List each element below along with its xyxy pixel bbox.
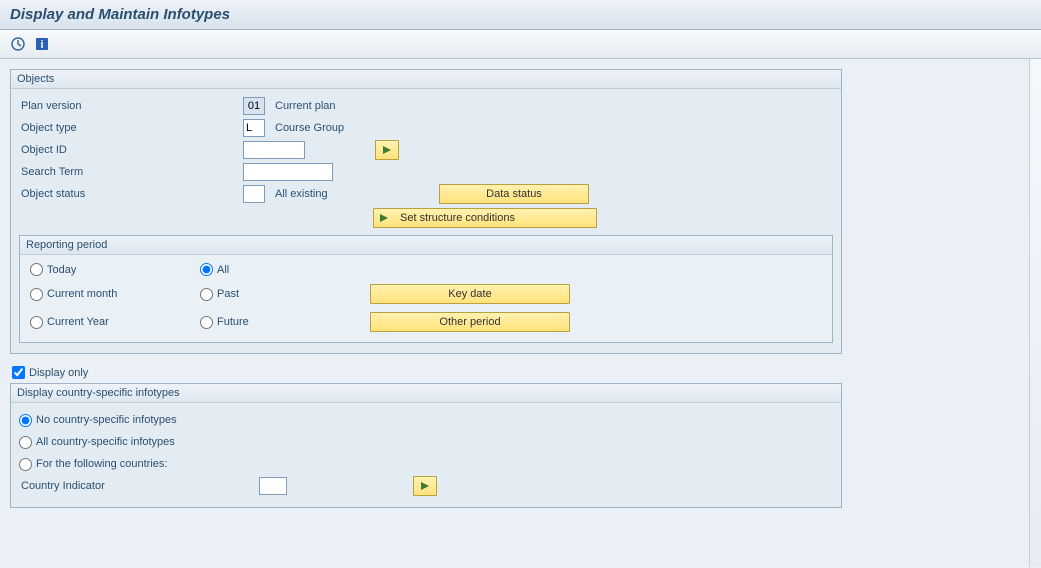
radio-current-month-label: Current month xyxy=(47,288,117,300)
object-type-label: Object type xyxy=(19,122,239,134)
object-id-multiselect-button[interactable] xyxy=(375,140,399,160)
object-id-label: Object ID xyxy=(19,144,239,156)
country-group-title: Display country-specific infotypes xyxy=(11,384,841,403)
country-group: Display country-specific infotypes No co… xyxy=(10,383,842,508)
info-icon[interactable]: i xyxy=(32,34,52,54)
plan-version-input[interactable] xyxy=(243,97,265,115)
radio-today[interactable] xyxy=(30,263,43,276)
radio-country-none[interactable] xyxy=(19,414,32,427)
object-type-input[interactable] xyxy=(243,119,265,137)
objects-group: Objects Plan version Current plan Object… xyxy=(10,69,842,354)
radio-current-year-item[interactable]: Current Year xyxy=(30,316,200,329)
radio-current-year-label: Current Year xyxy=(47,316,109,328)
radio-past[interactable] xyxy=(200,288,213,301)
content-area: © www.tutorialkart.com Objects Plan vers… xyxy=(0,59,1041,567)
radio-all[interactable] xyxy=(200,263,213,276)
objects-group-title: Objects xyxy=(11,70,841,89)
radio-country-none-label: No country-specific infotypes xyxy=(36,414,177,426)
reporting-period-title: Reporting period xyxy=(20,236,832,255)
radio-country-following-label: For the following countries: xyxy=(36,458,167,470)
search-term-label: Search Term xyxy=(19,166,239,178)
radio-current-year[interactable] xyxy=(30,316,43,329)
radio-current-month-item[interactable]: Current month xyxy=(30,288,200,301)
object-id-input[interactable] xyxy=(243,141,305,159)
radio-all-label: All xyxy=(217,264,229,276)
radio-all-item[interactable]: All xyxy=(200,263,370,276)
data-status-button[interactable]: Data status xyxy=(439,184,589,204)
radio-country-none-item[interactable]: No country-specific infotypes xyxy=(19,414,177,427)
set-structure-button[interactable]: Set structure conditions xyxy=(373,208,597,228)
object-status-input[interactable] xyxy=(243,185,265,203)
radio-past-label: Past xyxy=(217,288,239,300)
country-indicator-multiselect-button[interactable] xyxy=(413,476,437,496)
key-date-button[interactable]: Key date xyxy=(370,284,570,304)
object-status-desc: All existing xyxy=(269,188,435,200)
execute-icon[interactable] xyxy=(8,34,28,54)
set-structure-label: Set structure conditions xyxy=(400,212,515,224)
radio-future-item[interactable]: Future xyxy=(200,316,370,329)
radio-today-item[interactable]: Today xyxy=(30,263,200,276)
toolbar: i xyxy=(0,30,1041,59)
reporting-period-group: Reporting period Today All Current month xyxy=(19,235,833,343)
radio-future[interactable] xyxy=(200,316,213,329)
right-margin xyxy=(1029,59,1041,567)
display-only-checkbox[interactable] xyxy=(12,366,25,379)
country-indicator-label: Country Indicator xyxy=(19,480,255,492)
radio-past-item[interactable]: Past xyxy=(200,288,370,301)
object-status-label: Object status xyxy=(19,188,239,200)
display-only-label: Display only xyxy=(29,367,88,379)
object-type-desc: Course Group xyxy=(269,122,344,134)
plan-version-desc: Current plan xyxy=(269,100,336,112)
radio-current-month[interactable] xyxy=(30,288,43,301)
arrow-right-icon xyxy=(378,212,390,224)
plan-version-label: Plan version xyxy=(19,100,239,112)
radio-future-label: Future xyxy=(217,316,249,328)
radio-today-label: Today xyxy=(47,264,76,276)
search-term-input[interactable] xyxy=(243,163,333,181)
radio-country-all[interactable] xyxy=(19,436,32,449)
radio-country-following-item[interactable]: For the following countries: xyxy=(19,458,167,471)
radio-country-all-item[interactable]: All country-specific infotypes xyxy=(19,436,175,449)
country-indicator-input[interactable] xyxy=(259,477,287,495)
page-title: Display and Maintain Infotypes xyxy=(0,0,1041,30)
other-period-button[interactable]: Other period xyxy=(370,312,570,332)
radio-country-following[interactable] xyxy=(19,458,32,471)
svg-text:i: i xyxy=(40,39,43,51)
radio-country-all-label: All country-specific infotypes xyxy=(36,436,175,448)
